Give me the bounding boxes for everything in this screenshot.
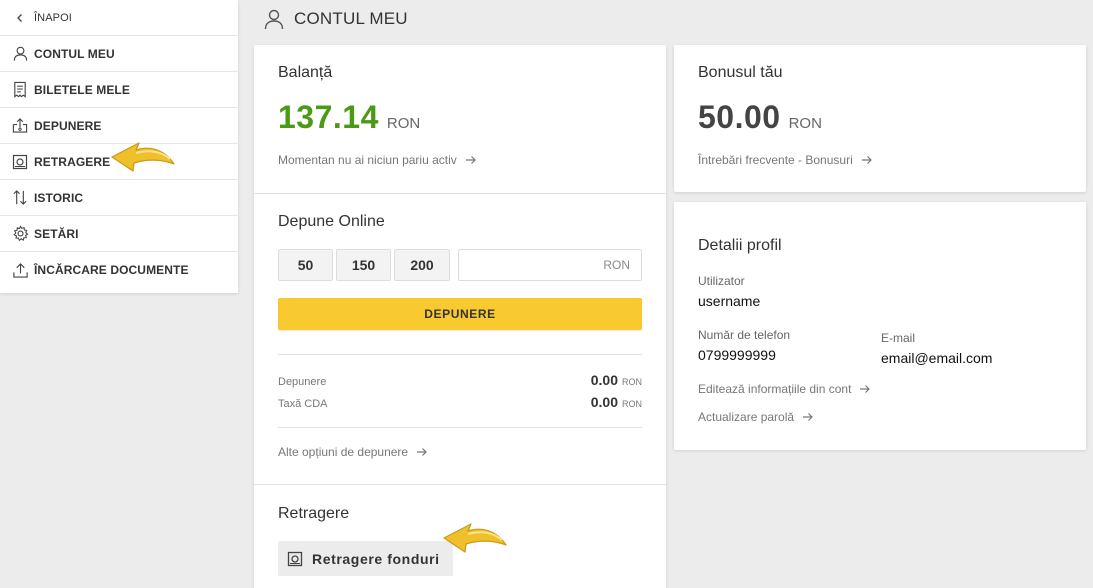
- withdraw-icon: [11, 153, 29, 171]
- upload-icon: [11, 261, 29, 279]
- arrow-right-icon: [803, 413, 813, 421]
- amount-150-button[interactable]: 150: [336, 249, 391, 281]
- balance-amount: 137.14: [278, 99, 379, 135]
- divider: [278, 427, 642, 428]
- page-header: CONTUL MEU: [262, 5, 408, 33]
- deposit-amount-row: 50 150 200 RON: [278, 249, 642, 281]
- sidebar-item-setari[interactable]: SETĂRI: [0, 216, 238, 252]
- profile-card: Detalii profil Utilizator username Număr…: [674, 202, 1086, 450]
- other-deposit-options-label: Alte opțiuni de depunere: [278, 445, 409, 459]
- arrow-right-icon: [465, 156, 476, 164]
- user-icon: [262, 7, 286, 31]
- phone-label: Număr de telefon: [698, 328, 791, 342]
- page-title: CONTUL MEU: [294, 9, 408, 28]
- sidebar-item-label: BILETELE MELE: [34, 82, 130, 97]
- bonus-amount-row: 50.00 RON: [698, 99, 822, 136]
- arrow-right-icon: [861, 156, 872, 164]
- sidebar-item-contul-meu[interactable]: CONTUL MEU: [0, 36, 238, 72]
- sidebar-item-label: ISTORIC: [34, 190, 84, 205]
- update-password-link[interactable]: Actualizare parolă: [698, 410, 814, 424]
- pointer-arrow-icon: [111, 142, 175, 172]
- sidebar-item-label: CONTUL MEU: [34, 46, 115, 61]
- email-label: E-mail: [881, 331, 916, 345]
- fee-row: Taxă CDA 0.00 RON: [278, 394, 642, 410]
- arrow-right-icon: [860, 385, 871, 393]
- deposit-summary-amount: 0.00: [590, 372, 618, 388]
- sidebar-item-label: RETRAGERE: [34, 154, 111, 169]
- sidebar-item-label: SETĂRI: [34, 226, 79, 241]
- fee-currency: RON: [622, 399, 642, 409]
- edit-account-label: Editează informațiile din cont: [698, 382, 852, 396]
- withdraw-title: Retragere: [278, 505, 350, 522]
- sidebar-item-incarcare-documente[interactable]: ÎNCĂRCARE DOCUMENTE: [0, 252, 238, 288]
- sidebar-item-label: ÎNCĂRCARE DOCUMENTE: [34, 263, 189, 277]
- gear-icon: [11, 225, 29, 243]
- account-main-card: Balanță 137.14 RON Momentan nu ai niciun…: [254, 45, 666, 588]
- other-deposit-options-link[interactable]: Alte opțiuni de depunere: [278, 445, 428, 459]
- bonus-currency: RON: [788, 115, 822, 132]
- deposit-amount-input[interactable]: RON: [458, 249, 642, 281]
- username-value: username: [698, 293, 761, 309]
- username-label: Utilizator: [698, 274, 745, 288]
- deposit-title: Depune Online: [278, 213, 385, 230]
- back-label: ÎNAPOI: [34, 11, 72, 24]
- profile-title: Detalii profil: [698, 237, 782, 254]
- bonus-faq-label: Întrebări frecvente - Bonusuri: [698, 153, 853, 167]
- ticket-icon: [11, 81, 29, 99]
- deposit-input-placeholder: RON: [603, 258, 630, 272]
- deposit-summary-currency: RON: [622, 377, 642, 387]
- active-bets-link-label: Momentan nu ai niciun pariu activ: [278, 153, 457, 167]
- fee-label: Taxă CDA: [278, 398, 328, 410]
- update-password-label: Actualizare parolă: [698, 410, 795, 424]
- fee-value: 0.00 RON: [591, 394, 642, 410]
- back-button[interactable]: ÎNAPOI: [0, 0, 238, 36]
- balance-title: Balanță: [278, 64, 333, 81]
- withdraw-funds-button[interactable]: Retragere fonduri: [278, 541, 453, 576]
- amount-50-button[interactable]: 50: [278, 249, 333, 281]
- bonus-card: Bonusul tău 50.00 RON Întrebări frecvent…: [674, 45, 1086, 192]
- pointer-arrow-icon: [443, 523, 507, 553]
- divider: [278, 354, 642, 355]
- user-icon: [11, 45, 29, 63]
- sidebar-item-label: DEPUNERE: [34, 118, 102, 133]
- withdraw-funds-label: Retragere fonduri: [312, 550, 440, 567]
- bonus-faq-link[interactable]: Întrebări frecvente - Bonusuri: [698, 153, 873, 167]
- email-value: email@email.com: [881, 350, 993, 366]
- balance-section: Balanță 137.14 RON Momentan nu ai niciun…: [254, 45, 666, 193]
- bonus-amount: 50.00: [698, 99, 781, 135]
- balance-amount-row: 137.14 RON: [278, 99, 420, 136]
- arrow-right-icon: [417, 448, 427, 456]
- amount-200-button[interactable]: 200: [394, 249, 450, 281]
- active-bets-link[interactable]: Momentan nu ai niciun pariu activ: [278, 153, 477, 167]
- deposit-button[interactable]: DEPUNERE: [278, 298, 642, 330]
- edit-account-link[interactable]: Editează informațiile din cont: [698, 382, 871, 396]
- sidebar-item-istoric[interactable]: ISTORIC: [0, 180, 238, 216]
- bonus-title: Bonusul tău: [698, 64, 783, 81]
- phone-value: 0799999999: [698, 347, 776, 363]
- balance-currency: RON: [386, 115, 421, 132]
- deposit-section: Depune Online 50 150 200 RON DEPUNERE De…: [254, 194, 666, 484]
- deposit-summary-label: Depunere: [278, 376, 327, 388]
- fee-amount: 0.00: [590, 394, 618, 410]
- withdraw-icon: [287, 551, 303, 566]
- deposit-amount-row-summary: Depunere 0.00 RON: [278, 372, 642, 388]
- chevron-left-icon: [11, 9, 29, 27]
- sidebar-item-biletele-mele[interactable]: BILETELE MELE: [0, 72, 238, 108]
- deposit-summary-value: 0.00 RON: [591, 372, 642, 388]
- history-icon: [11, 189, 29, 207]
- deposit-icon: [11, 117, 29, 135]
